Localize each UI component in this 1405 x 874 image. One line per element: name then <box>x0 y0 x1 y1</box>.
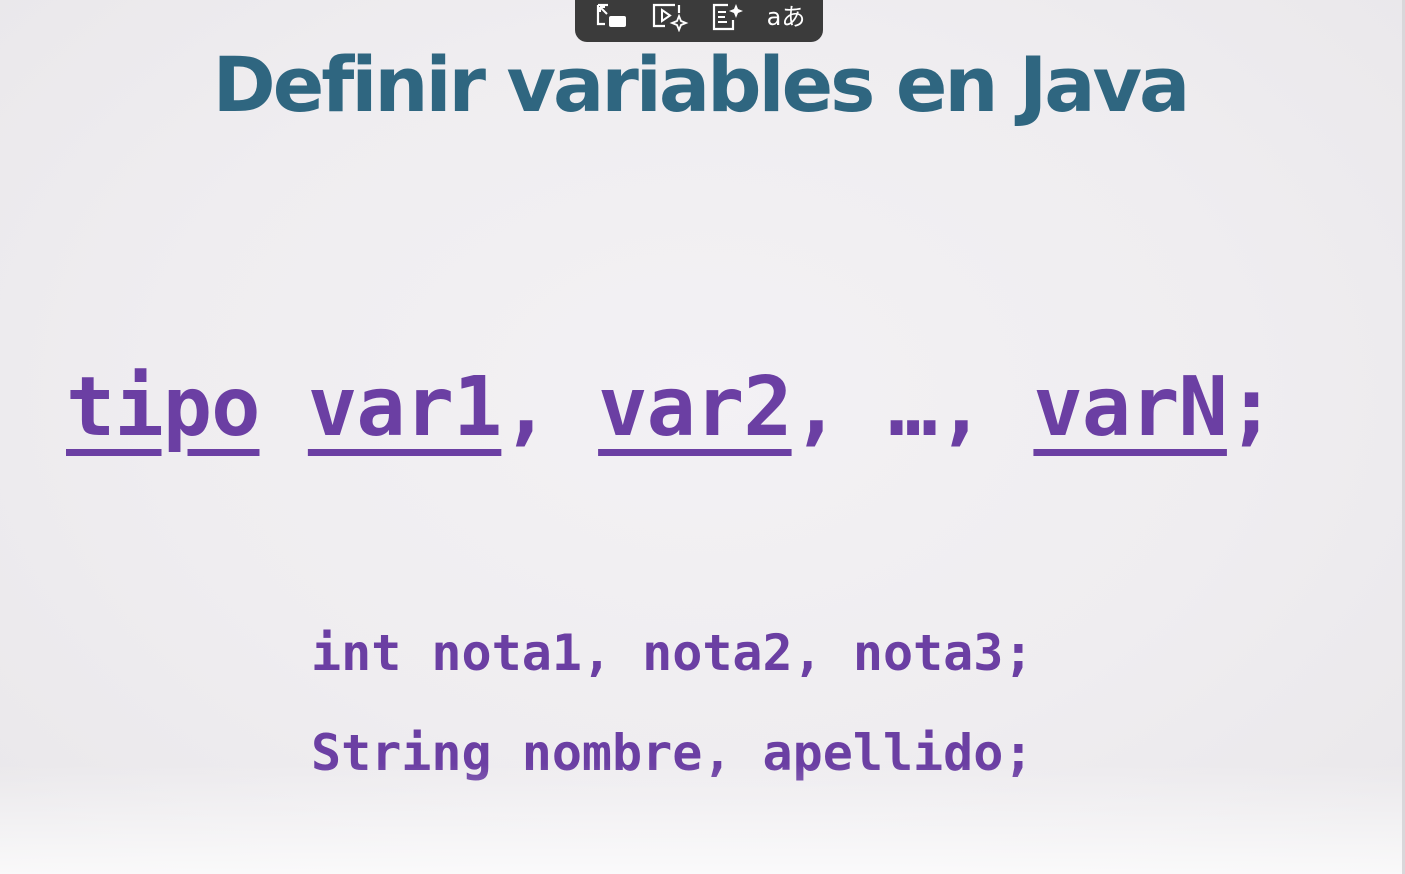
syntax-varN: varN <box>1033 360 1227 455</box>
translate-icon: aあ <box>766 3 806 31</box>
video-ai-button[interactable] <box>648 0 692 37</box>
picture-in-picture-icon <box>595 2 629 32</box>
example-int-line: int nota1, nota2, nota3; <box>311 624 1034 682</box>
syntax-var1: var1 <box>307 360 502 455</box>
example-string-line: String nombre, apellido; <box>311 724 1034 782</box>
video-frame[interactable]: Definir variables en Java tipo var1, var… <box>0 0 1405 874</box>
video-overlay-toolbar: aあ <box>575 0 823 42</box>
syntax-line: tipo var1, var2, …, varN; <box>66 360 1276 455</box>
syntax-var2: var2 <box>598 360 792 455</box>
syntax-tipo: tipo <box>66 360 260 455</box>
code-examples: int nota1, nota2, nota3; String nombre, … <box>311 603 1033 803</box>
syntax-semicolon: ; <box>1226 360 1276 455</box>
translate-button[interactable]: aあ <box>764 0 808 37</box>
video-sparkle-icon <box>651 2 689 32</box>
picture-in-picture-button[interactable] <box>590 0 634 37</box>
document-sparkle-icon <box>711 2 745 32</box>
syntax-separator: , <box>501 360 599 455</box>
syntax-ellipsis-separator: , …, <box>791 360 1034 455</box>
summary-ai-button[interactable] <box>706 0 750 37</box>
slide-title: Definir variables en Java <box>212 40 1191 129</box>
